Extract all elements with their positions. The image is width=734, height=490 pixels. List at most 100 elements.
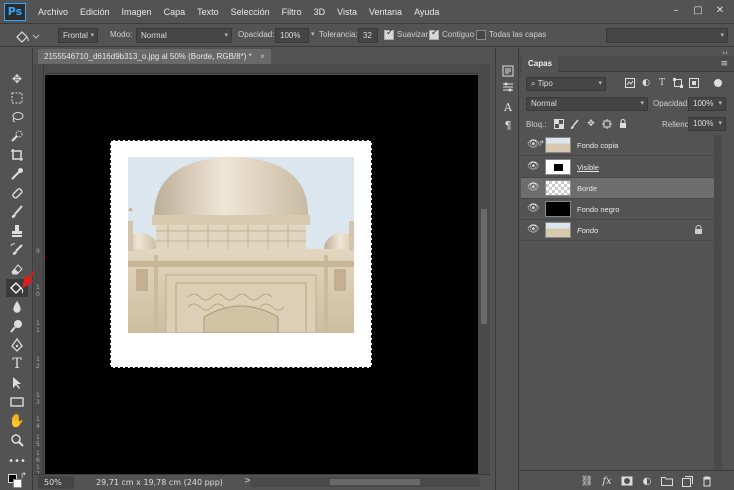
filter-shape-icon[interactable]	[672, 77, 684, 89]
marquee-tool-icon[interactable]	[6, 89, 28, 107]
layers-tab[interactable]: Capas	[522, 56, 559, 72]
lock-all-icon[interactable]	[618, 119, 628, 129]
lock-pixels-icon[interactable]	[570, 119, 580, 129]
panel-menu-icon[interactable]: ≡	[720, 59, 728, 69]
menu-seleccion[interactable]: Selección	[225, 0, 276, 24]
link-layers-icon[interactable]: ⛓	[580, 474, 594, 488]
new-layer-icon[interactable]	[680, 474, 694, 488]
canvas-vertical-scrollbar[interactable]	[478, 64, 490, 474]
blend-mode-select[interactable]: Normal ▾	[526, 97, 648, 111]
more-tools-icon[interactable]: •••	[6, 452, 28, 470]
new-group-icon[interactable]	[660, 474, 674, 488]
history-panel-icon[interactable]	[501, 64, 515, 78]
hand-tool-icon[interactable]: ✋	[6, 412, 28, 430]
opacity-input[interactable]: 100%	[275, 28, 309, 43]
clone-stamp-tool-icon[interactable]	[6, 222, 28, 240]
canvas-hscroll-thumb[interactable]	[330, 479, 420, 485]
layer-name[interactable]: Borde	[577, 184, 597, 193]
layer-row-fondo[interactable]: 👁 Fondo	[521, 220, 717, 241]
menu-texto[interactable]: Texto	[191, 0, 225, 24]
delete-layer-icon[interactable]	[700, 474, 714, 488]
menu-imagen[interactable]: Imagen	[116, 0, 158, 24]
options-bar: Frontal ▾ Modo: Normal ▾ Opacidad: 100% ▾ …	[0, 25, 734, 47]
layer-row-borde[interactable]: 👁 Borde	[521, 178, 717, 199]
layer-name[interactable]: Visible	[577, 163, 599, 172]
paint-bucket-preset-icon[interactable]	[14, 28, 40, 44]
layer-opacity-input[interactable]: 100% ▾	[688, 97, 726, 111]
menu-ayuda[interactable]: Ayuda	[408, 0, 445, 24]
opacity-dropdown-icon[interactable]: ▾	[311, 30, 315, 38]
fill-input[interactable]: 100% ▾	[688, 117, 726, 131]
close-button[interactable]: ✕	[710, 2, 730, 18]
move-tool-icon[interactable]: ✥	[6, 70, 28, 88]
layer-name[interactable]: Fondo negro	[577, 205, 620, 214]
filter-type-icon[interactable]: T	[656, 77, 668, 89]
zoom-level-field[interactable]: 50%	[38, 476, 74, 489]
mode-select[interactable]: Normal ▾	[136, 28, 232, 43]
zoom-tool-icon[interactable]	[6, 431, 28, 449]
layer-row-visible[interactable]: 👁 Visible	[521, 157, 717, 178]
visibility-eye-icon[interactable]: 👁	[527, 204, 540, 214]
visibility-eye-icon[interactable]: 👁	[527, 183, 540, 193]
all-layers-checkbox[interactable]	[476, 30, 486, 40]
document-tab-close-icon[interactable]: ×	[260, 52, 265, 61]
document-tab[interactable]: 2155546710_d616d9b313_o.jpg al 50% (Bord…	[38, 49, 271, 64]
adjustment-layer-icon[interactable]: ◐	[640, 474, 654, 488]
character-panel-icon[interactable]: A	[501, 100, 515, 114]
layer-row-fondo-negro[interactable]: 👁 Fondo negro	[521, 199, 717, 220]
background-color-swatch[interactable]	[13, 479, 22, 488]
layers-scrollbar[interactable]	[714, 135, 722, 470]
contiguous-checkbox[interactable]	[429, 28, 439, 40]
filter-adjustment-icon[interactable]: ◐	[640, 77, 652, 89]
smooth-checkbox[interactable]	[384, 28, 394, 40]
eyedropper-tool-icon[interactable]	[6, 165, 28, 183]
layer-name[interactable]: Fondo copia	[577, 141, 618, 150]
filter-pixel-icon[interactable]	[624, 77, 636, 89]
rectangle-tool-icon[interactable]	[6, 393, 28, 411]
layer-row-fondo-copia[interactable]: 👁 ↱ Fondo copia	[521, 135, 717, 156]
layer-name[interactable]: Fondo	[577, 226, 598, 235]
filter-smart-object-icon[interactable]	[688, 77, 700, 89]
left-ruler: 9 1 0 1 1 1 2 1 3 1 4 1 5 1 6 1 7	[34, 64, 44, 478]
menu-vista[interactable]: Vista	[331, 0, 363, 24]
type-tool-icon[interactable]: T	[6, 355, 28, 373]
color-swatches[interactable]: ↱	[4, 471, 30, 489]
dodge-tool-icon[interactable]	[6, 317, 28, 335]
menu-ventana[interactable]: Ventana	[363, 0, 408, 24]
tolerance-input[interactable]: 32	[358, 28, 378, 43]
workspace-select[interactable]: ▾	[606, 28, 728, 43]
quick-selection-tool-icon[interactable]	[6, 127, 28, 145]
menu-archivo[interactable]: Archivo	[32, 0, 74, 24]
ruler-mark: 1 3	[36, 392, 40, 406]
menu-edicion[interactable]: Edición	[74, 0, 116, 24]
pen-tool-icon[interactable]	[6, 336, 28, 354]
properties-panel-icon[interactable]	[501, 80, 515, 94]
brush-tool-icon[interactable]	[6, 203, 28, 221]
visibility-eye-icon[interactable]: 👁	[527, 225, 540, 235]
fill-source-select[interactable]: Frontal ▾	[58, 28, 98, 43]
filter-toggle-icon[interactable]	[712, 77, 724, 89]
maximize-button[interactable]: □	[688, 2, 708, 18]
canvas-horizontal-scrollbar[interactable]	[250, 477, 480, 487]
menu-3d[interactable]: 3D	[308, 0, 332, 24]
mode-label: Modo:	[110, 30, 133, 39]
healing-brush-tool-icon[interactable]	[6, 184, 28, 202]
lock-transparency-icon[interactable]	[554, 119, 564, 129]
paragraph-panel-icon[interactable]: ¶	[501, 118, 515, 132]
path-selection-tool-icon[interactable]	[6, 374, 28, 392]
layer-filter-select[interactable]: ⌕ Tipo ▾	[526, 77, 606, 91]
minimize-button[interactable]: –	[666, 2, 686, 18]
layer-style-fx-icon[interactable]: fx	[600, 474, 614, 488]
fill-source-value: Frontal	[63, 31, 88, 40]
menu-capa[interactable]: Capa	[158, 0, 192, 24]
visibility-eye-icon[interactable]: 👁	[527, 162, 540, 172]
lock-artboard-icon[interactable]	[602, 119, 612, 129]
lasso-tool-icon[interactable]	[6, 108, 28, 126]
crop-tool-icon[interactable]	[6, 146, 28, 164]
lock-position-icon[interactable]: ✥	[586, 119, 596, 129]
panel-collapse-icon[interactable]: ››	[722, 49, 728, 57]
add-mask-icon[interactable]	[620, 474, 634, 488]
canvas-vscroll-thumb[interactable]	[481, 209, 487, 324]
blur-tool-icon[interactable]	[6, 298, 28, 316]
menu-filtro[interactable]: Filtro	[276, 0, 308, 24]
